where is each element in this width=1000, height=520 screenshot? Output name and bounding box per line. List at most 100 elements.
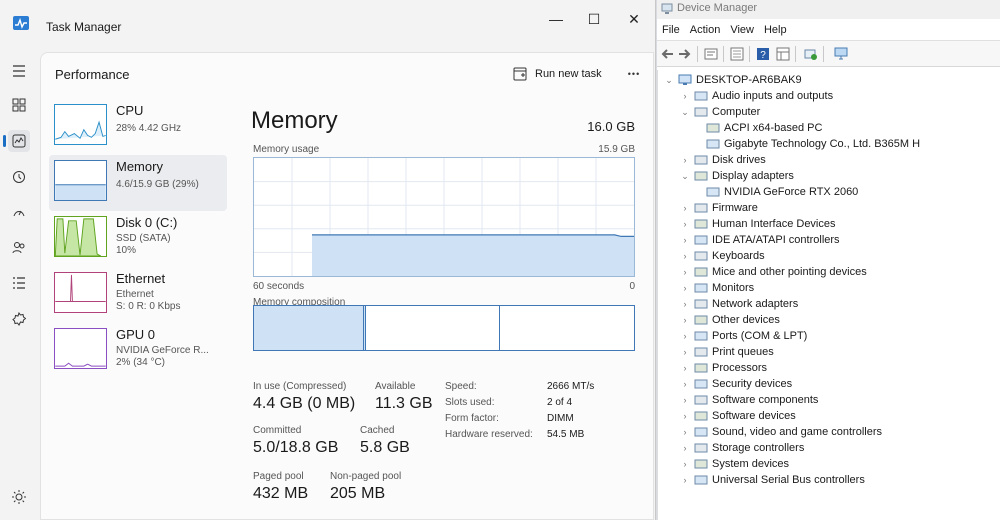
tree-category[interactable]: › Audio inputs and outputs [680,88,834,104]
chevron-right-icon[interactable]: › [680,379,690,389]
tree-device[interactable]: ACPI x64-based PC [702,120,822,136]
chevron-right-icon[interactable]: › [680,363,690,373]
tree-item-label: Gigabyte Technology Co., Ltd. B365M H [724,138,921,150]
minimize-button[interactable]: — [538,8,574,30]
tree-category[interactable]: › Sound, video and game controllers [680,424,883,440]
dm-menu-bar: File Action View Help [657,20,1000,40]
resource-item-ethernet[interactable]: Ethernet Ethernet S: 0 R: 0 Kbps [49,267,227,323]
resource-item-cpu[interactable]: CPU 28% 4.42 GHz [49,99,227,155]
chevron-right-icon[interactable]: › [680,347,690,357]
resource-item-gpu[interactable]: GPU 0 NVIDIA GeForce R... 2% (34 °C) [49,323,227,379]
window-title: Task Manager [46,20,122,34]
title-bar: Task Manager — ☐ ✕ [0,0,656,46]
chevron-right-icon[interactable]: › [680,411,690,421]
tree-category[interactable]: › Keyboards [680,248,765,264]
run-new-task-button[interactable]: Run new task [513,63,602,85]
tree-category[interactable]: › Firmware [680,200,758,216]
chevron-right-icon[interactable]: › [680,475,690,485]
menu-help[interactable]: Help [759,20,792,40]
tree-category[interactable]: › Universal Serial Bus controllers [680,472,865,488]
hardware-reserved-value: 54.5 MB [547,429,585,440]
tree-category[interactable]: › Human Interface Devices [680,216,836,232]
help-icon[interactable]: ? [755,46,771,62]
memory-usage-area [312,234,634,276]
chevron-right-icon[interactable]: › [680,427,690,437]
chevron-down-icon[interactable]: ⌄ [680,107,690,118]
chevron-right-icon[interactable]: › [680,395,690,405]
device-category-icon [706,123,720,133]
tree-category[interactable]: › Mice and other pointing devices [680,264,867,280]
chevron-right-icon[interactable]: › [680,299,690,309]
menu-action[interactable]: Action [685,20,726,40]
chevron-right-icon[interactable]: › [680,443,690,453]
tree-item-label: Display adapters [712,170,794,182]
hamburger-icon[interactable] [8,60,30,82]
back-arrow-icon[interactable] [659,46,675,62]
chevron-down-icon[interactable]: ⌄ [680,171,690,182]
close-button[interactable]: ✕ [616,8,652,30]
resource-name: Memory [116,159,163,174]
chevron-right-icon[interactable]: › [680,267,690,277]
tree-category[interactable]: ⌄ Display adapters [680,168,794,184]
menu-view[interactable]: View [725,20,759,40]
properties-icon[interactable] [703,46,719,62]
tree-item-label: Ports (COM & LPT) [712,330,808,342]
chevron-right-icon[interactable]: › [680,283,690,293]
settings-gear-icon[interactable] [10,488,28,506]
tree-category[interactable]: › System devices [680,456,790,472]
resource-detail: Ethernet [116,289,154,300]
tree-category[interactable]: › Storage controllers [680,440,805,456]
users-icon[interactable] [8,236,30,258]
resource-name: GPU 0 [116,327,156,342]
tree-category[interactable]: ⌄ Computer [680,104,760,120]
device-category-icon [694,395,708,405]
chevron-right-icon[interactable]: › [680,91,690,101]
device-category-icon [694,203,708,213]
performance-icon[interactable] [3,130,30,152]
tree-category[interactable]: › Print queues [680,344,774,360]
tree-category[interactable]: › IDE ATA/ATAPI controllers [680,232,840,248]
in-use-value: 4.4 GB (0 MB) [253,395,356,412]
tree-category[interactable]: › Processors [680,360,768,376]
scan-hardware-icon[interactable] [803,46,819,62]
tree-category[interactable]: › Disk drives [680,152,766,168]
chevron-right-icon[interactable]: › [680,219,690,229]
graph-axis-left-label: 60 seconds [253,281,305,292]
device-category-icon [694,219,708,229]
view-icon[interactable] [775,46,791,62]
services-icon[interactable] [8,308,30,330]
resource-item-disk[interactable]: Disk 0 (C:) SSD (SATA) 10% [49,211,227,267]
tree-item-label: Software components [712,394,819,406]
tree-category[interactable]: › Software devices [680,408,796,424]
chevron-right-icon[interactable]: › [680,331,690,341]
startup-apps-icon[interactable] [8,202,30,224]
forward-arrow-icon[interactable] [677,46,693,62]
maximize-button[interactable]: ☐ [576,8,612,30]
tree-item-label: Security devices [712,378,793,390]
tree-device[interactable]: NVIDIA GeForce RTX 2060 [702,184,858,200]
processes-icon[interactable] [8,94,30,116]
tree-category[interactable]: › Other devices [680,312,780,328]
tree-root[interactable]: ⌄ DESKTOP-AR6BAK9 [664,72,801,88]
app-history-icon[interactable] [8,166,30,188]
chevron-right-icon[interactable]: › [680,235,690,245]
chevron-right-icon[interactable]: › [680,459,690,469]
chevron-right-icon[interactable]: › [680,315,690,325]
tree-device[interactable]: Gigabyte Technology Co., Ltd. B365M H [702,136,920,152]
tree-category[interactable]: › Software components [680,392,819,408]
monitor-icon[interactable] [833,46,849,62]
show-hide-tree-icon[interactable] [729,46,745,62]
chevron-down-icon[interactable]: ⌄ [664,75,674,86]
resource-item-memory[interactable]: Memory 4.6/15.9 GB (29%) [49,155,227,211]
menu-file[interactable]: File [657,20,685,40]
tree-category[interactable]: › Monitors [680,280,755,296]
more-options-button[interactable]: ••• [623,63,645,85]
tree-item-label: Disk drives [712,154,766,166]
chevron-right-icon[interactable]: › [680,251,690,261]
chevron-right-icon[interactable]: › [680,155,690,165]
chevron-right-icon[interactable]: › [680,203,690,213]
tree-category[interactable]: › Security devices [680,376,793,392]
tree-category[interactable]: › Ports (COM & LPT) [680,328,808,344]
details-icon[interactable] [8,272,30,294]
tree-category[interactable]: › Network adapters [680,296,799,312]
